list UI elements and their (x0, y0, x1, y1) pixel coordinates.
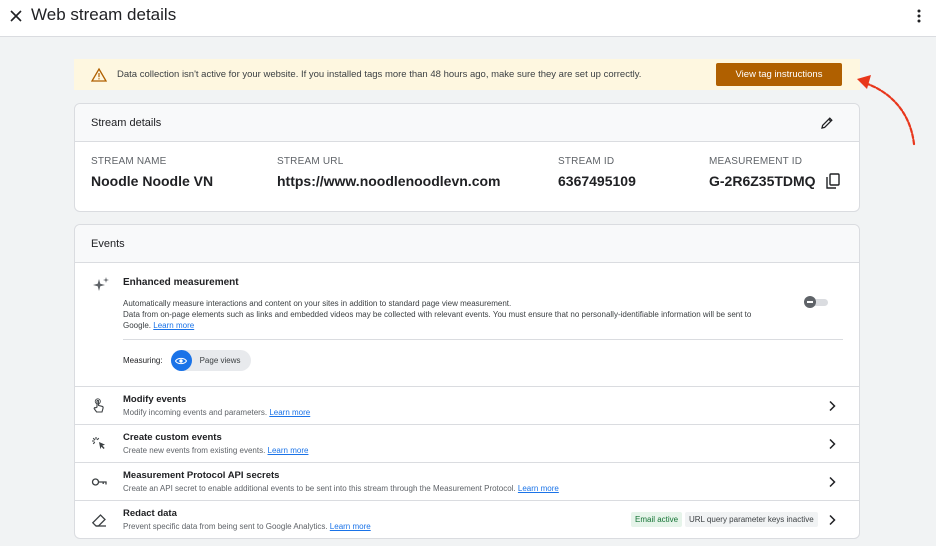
measurement-id-label: MEASUREMENT ID (709, 156, 803, 167)
measuring-row: Measuring: Page views (123, 350, 251, 371)
sparkle-click-icon (92, 437, 105, 450)
toggle-knob (804, 296, 816, 308)
edit-icon[interactable] (819, 115, 835, 131)
enhanced-desc-line-2: Data from on-page elements such as links… (123, 310, 752, 319)
chevron-right-icon (829, 438, 836, 450)
stream-name-label: STREAM NAME (91, 156, 167, 167)
measuring-label: Measuring: (123, 356, 163, 365)
view-tag-instructions-button[interactable]: View tag instructions (716, 63, 842, 86)
chevron-right-icon (829, 476, 836, 488)
modify-events-desc: Modify incoming events and parameters. L… (123, 408, 310, 417)
banner-message: Data collection isn't active for your we… (117, 69, 642, 80)
annotation-arrow (857, 75, 916, 146)
email-active-badge: Email active (631, 512, 683, 527)
redact-data-desc-text: Prevent specific data from being sent to… (123, 522, 328, 531)
enhanced-desc-line-3: Google. (123, 321, 152, 330)
stream-id-label: STREAM ID (558, 156, 615, 167)
measurement-protocol-row[interactable]: Measurement Protocol API secrets Create … (75, 462, 859, 500)
create-custom-events-learn-more[interactable]: Learn more (268, 446, 309, 455)
enhanced-measurement-toggle[interactable] (804, 296, 828, 308)
redact-data-row[interactable]: Redact data Prevent specific data from b… (75, 500, 859, 538)
stream-id-value: 6367495109 (558, 173, 636, 189)
measurement-id-field: MEASUREMENT ID G-2R6Z35TDMQ (709, 156, 840, 189)
create-custom-events-desc: Create new events from existing events. … (123, 446, 308, 455)
modify-events-title: Modify events (123, 394, 187, 405)
stream-details-card: Stream details STREAM NAME Noodle Noodle… (74, 103, 860, 212)
measurement-protocol-desc: Create an API secret to enable additiona… (123, 484, 559, 493)
enhanced-desc-line-1: Automatically measure interactions and c… (123, 299, 512, 308)
copy-icon[interactable] (825, 173, 840, 189)
more-vert-icon[interactable] (912, 7, 926, 25)
enhanced-learn-more-link[interactable]: Learn more (153, 321, 194, 330)
redact-data-desc: Prevent specific data from being sent to… (123, 522, 371, 531)
chevron-right-icon (829, 514, 836, 526)
close-icon[interactable] (6, 6, 26, 26)
redact-data-title: Redact data (123, 508, 177, 519)
measurement-protocol-title: Measurement Protocol API secrets (123, 470, 280, 481)
top-bar: Web stream details (0, 0, 936, 37)
enhanced-measurement-section: Enhanced measurement Automatically measu… (75, 263, 859, 386)
chevron-right-icon (829, 400, 836, 412)
url-query-inactive-badge: URL query parameter keys inactive (685, 512, 818, 527)
divider (123, 339, 843, 340)
key-icon (91, 478, 107, 486)
eye-icon (170, 350, 192, 371)
modify-events-row[interactable]: Modify events Modify incoming events and… (75, 386, 859, 424)
create-custom-events-title: Create custom events (123, 432, 222, 443)
stream-details-header: Stream details (75, 104, 859, 142)
redact-data-learn-more[interactable]: Learn more (330, 522, 371, 531)
measurement-id-value: G-2R6Z35TDMQ (709, 173, 816, 189)
enhanced-measurement-title: Enhanced measurement (123, 277, 239, 288)
events-card: Events Enhanced measurement Automaticall… (74, 224, 860, 539)
modify-events-desc-text: Modify incoming events and parameters. (123, 408, 268, 417)
page-views-chip[interactable]: Page views (170, 350, 251, 371)
measurement-protocol-learn-more[interactable]: Learn more (518, 484, 559, 493)
measurement-protocol-desc-text: Create an API secret to enable additiona… (123, 484, 516, 493)
enhanced-measurement-description: Automatically measure interactions and c… (123, 298, 813, 331)
stream-id-field: STREAM ID 6367495109 (558, 156, 636, 189)
events-title: Events (91, 237, 125, 250)
page-title: Web stream details (31, 5, 177, 24)
create-custom-events-desc-text: Create new events from existing events. (123, 446, 266, 455)
page-views-label: Page views (199, 356, 241, 365)
warning-banner: Data collection isn't active for your we… (74, 59, 860, 90)
stream-url-field: STREAM URL https://www.noodlenoodlevn.co… (277, 156, 500, 189)
stream-url-label: STREAM URL (277, 156, 344, 167)
touch-icon (93, 398, 104, 413)
modify-events-learn-more[interactable]: Learn more (269, 408, 310, 417)
stream-details-title: Stream details (91, 116, 162, 129)
sparkle-icon (93, 277, 109, 291)
stream-name-field: STREAM NAME Noodle Noodle VN (91, 156, 213, 189)
create-custom-events-row[interactable]: Create custom events Create new events f… (75, 424, 859, 462)
stream-url-value: https://www.noodlenoodlevn.com (277, 173, 501, 189)
measurement-id-row: G-2R6Z35TDMQ (709, 173, 840, 189)
eraser-icon (91, 514, 106, 527)
warning-icon (91, 67, 107, 82)
events-header: Events (75, 225, 859, 263)
stream-name-value: Noodle Noodle VN (91, 173, 214, 189)
